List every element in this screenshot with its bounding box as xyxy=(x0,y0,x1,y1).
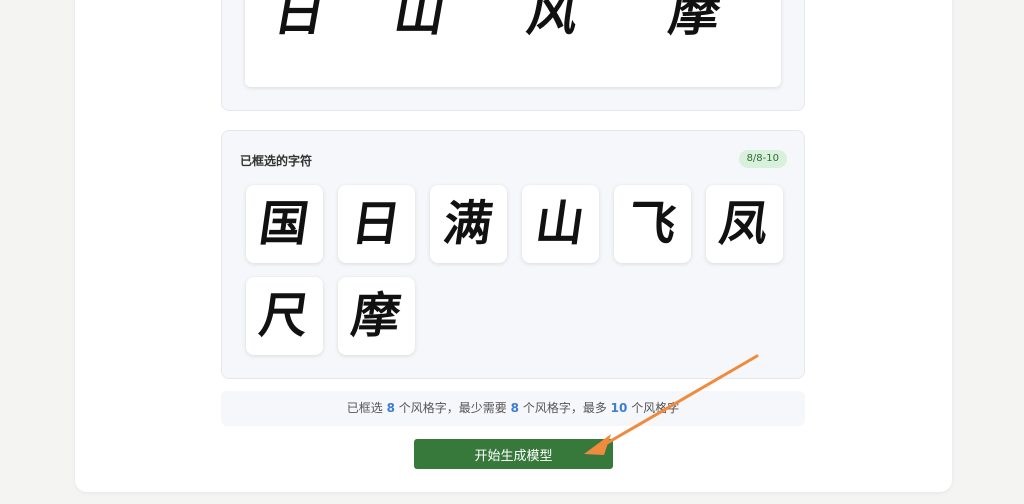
char-tile[interactable]: 飞 xyxy=(614,185,691,263)
calligraphy-preview-image: 日 山 风 摩 xyxy=(245,0,781,87)
char-tile[interactable]: 山 xyxy=(522,185,599,263)
info-middle-2: 个风格字，最多 xyxy=(522,401,607,415)
max-count: 10 xyxy=(610,401,628,415)
preview-char: 风 xyxy=(522,0,584,42)
selected-characters-grid: 国 日 满 山 飞 凤 尺 摩 xyxy=(246,185,786,355)
char-tile[interactable]: 尺 xyxy=(246,277,323,355)
info-middle-1: 个风格字，最少需要 xyxy=(398,401,507,415)
char-glyph: 飞 xyxy=(624,196,681,252)
char-tile[interactable]: 凤 xyxy=(706,185,783,263)
char-glyph: 满 xyxy=(440,196,497,252)
selected-characters-panel: 已框选的字符 8/8-10 国 日 满 山 飞 凤 尺 摩 xyxy=(221,130,805,379)
char-tile[interactable]: 满 xyxy=(430,185,507,263)
selected-characters-title: 已框选的字符 xyxy=(240,154,313,168)
selection-count-badge: 8/8-10 xyxy=(738,150,787,168)
min-count: 8 xyxy=(510,401,519,415)
char-tile[interactable]: 国 xyxy=(246,185,323,263)
char-glyph: 山 xyxy=(532,196,589,252)
preview-char: 山 xyxy=(389,0,451,42)
preview-char: 日 xyxy=(269,0,331,42)
char-glyph: 日 xyxy=(348,196,405,252)
char-glyph: 国 xyxy=(256,196,313,252)
start-generate-model-button[interactable]: 开始生成模型 xyxy=(414,439,613,469)
selection-info-bar: 已框选 8 个风格字，最少需要 8 个风格字，最多 10 个风格字 xyxy=(221,391,805,426)
char-glyph: 尺 xyxy=(256,288,313,344)
selected-count: 8 xyxy=(386,401,395,415)
char-glyph: 凤 xyxy=(716,196,773,252)
char-glyph: 摩 xyxy=(348,288,405,344)
info-prefix: 已框选 xyxy=(346,401,383,415)
info-suffix: 个风格字 xyxy=(631,401,680,415)
char-tile[interactable]: 摩 xyxy=(338,277,415,355)
preview-char: 摩 xyxy=(664,0,726,42)
char-tile[interactable]: 日 xyxy=(338,185,415,263)
